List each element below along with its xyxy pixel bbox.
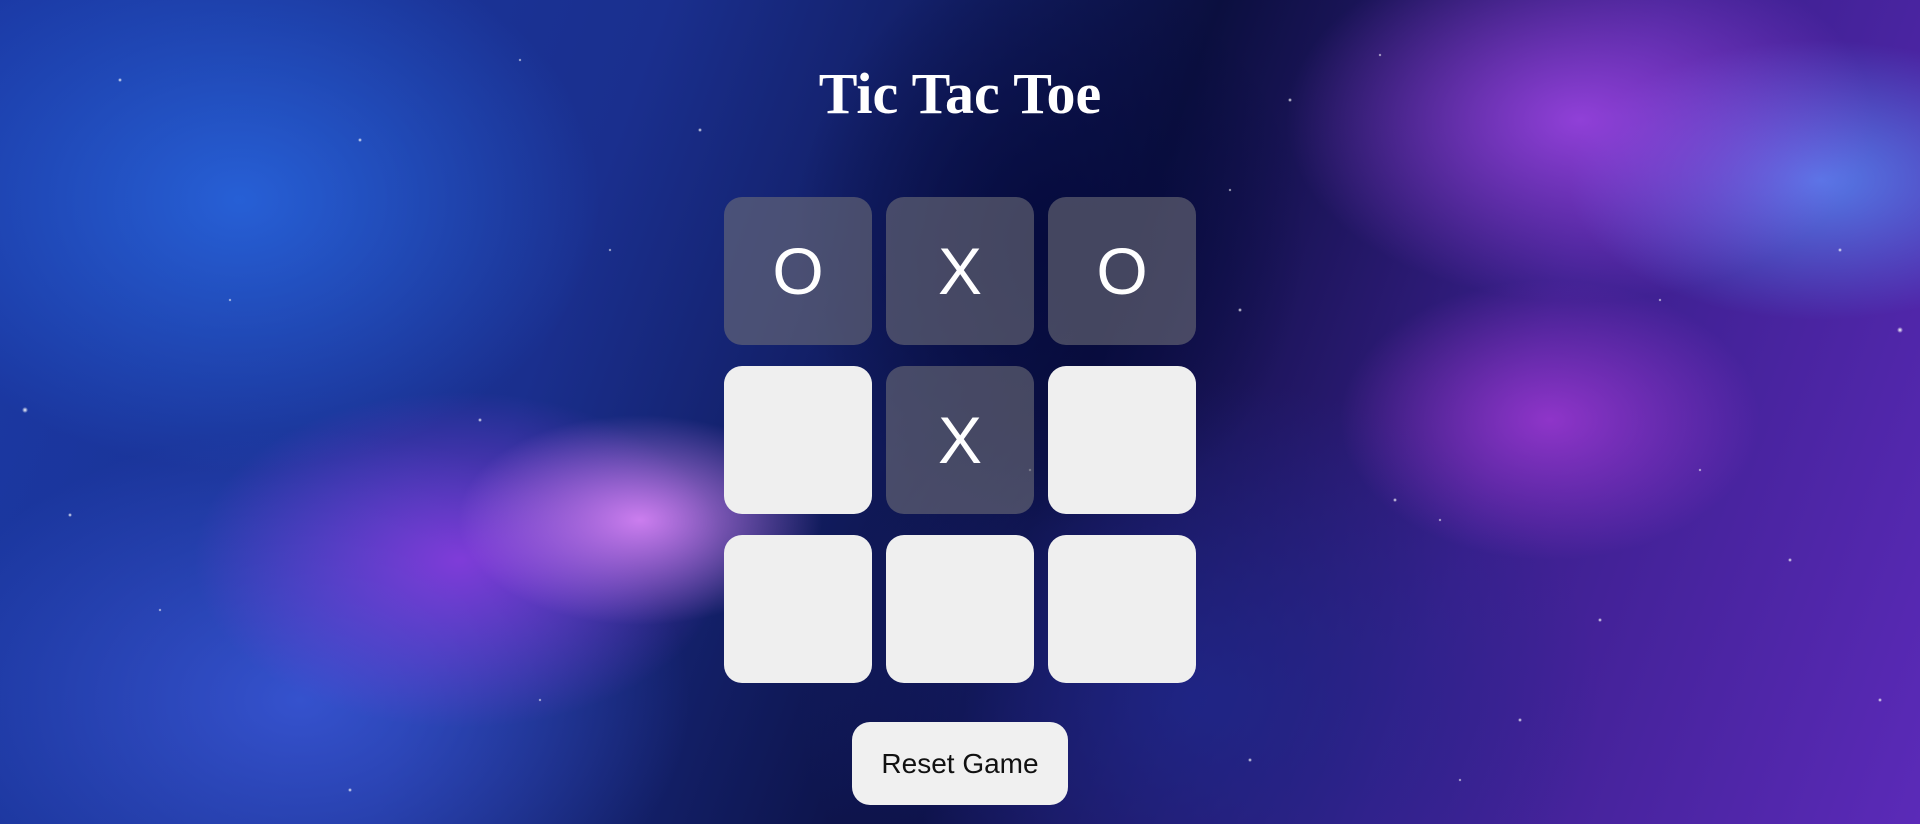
board-cell-3[interactable]: O bbox=[1048, 197, 1196, 345]
board-cell-5[interactable]: X bbox=[886, 366, 1034, 514]
board-cell-2[interactable]: X bbox=[886, 197, 1034, 345]
board-cell-4[interactable] bbox=[724, 366, 872, 514]
board-cell-9[interactable] bbox=[1048, 535, 1196, 683]
board-cell-6[interactable] bbox=[1048, 366, 1196, 514]
board-cell-8[interactable] bbox=[886, 535, 1034, 683]
page-title: Tic Tac Toe bbox=[818, 61, 1102, 126]
game-board: O X O X bbox=[724, 197, 1196, 683]
reset-game-button[interactable]: Reset Game bbox=[852, 722, 1068, 805]
board-cell-7[interactable] bbox=[724, 535, 872, 683]
board-cell-1[interactable]: O bbox=[724, 197, 872, 345]
